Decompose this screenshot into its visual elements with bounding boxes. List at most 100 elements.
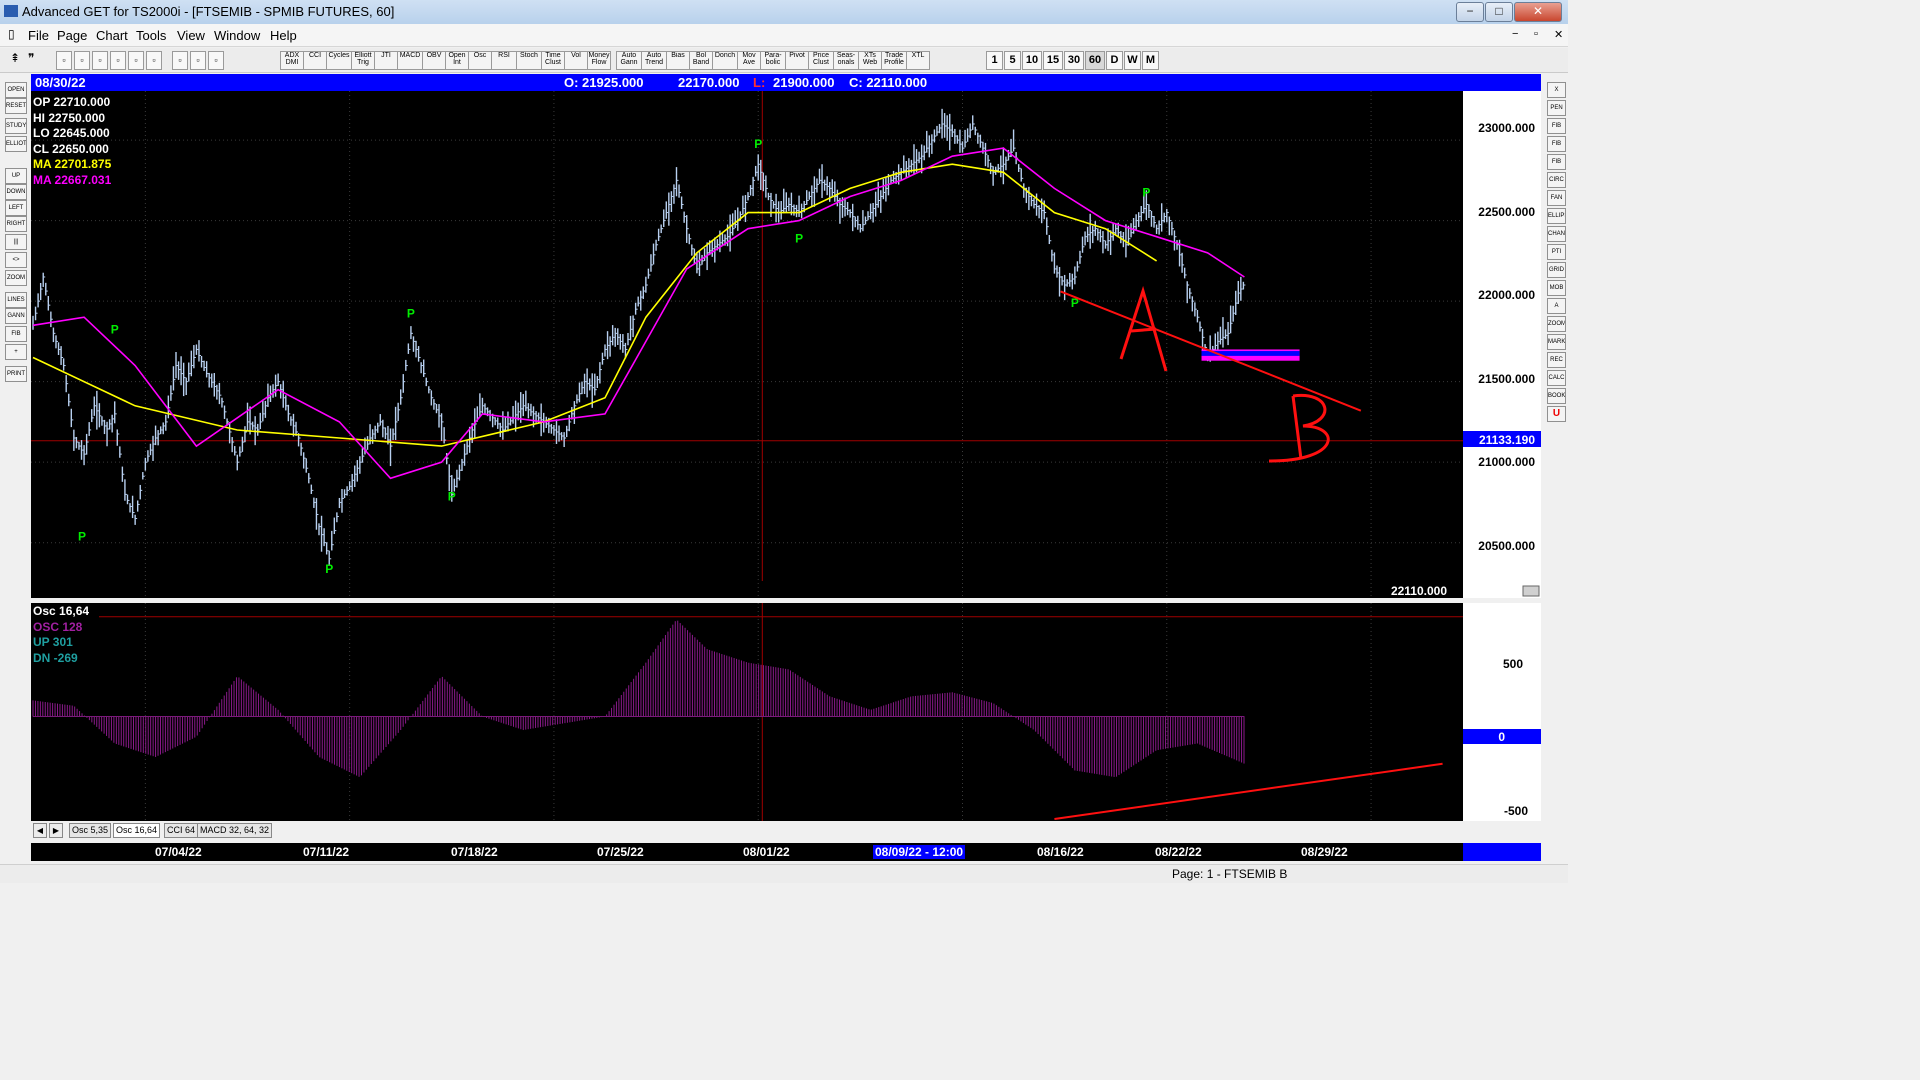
interval-m-button[interactable]: M: [1142, 51, 1159, 70]
tab-osc-16-64[interactable]: Osc 16,64: [113, 823, 161, 838]
menu-file[interactable]: File: [28, 28, 49, 43]
indicator-button-vol[interactable]: Vol: [564, 51, 588, 70]
indicator-button-bol-band[interactable]: Bol Band: [689, 51, 713, 70]
indicator-button-elliott-trig[interactable]: Elliott Trig: [351, 51, 375, 70]
indicator-button-xtl[interactable]: XTL: [906, 51, 930, 70]
interval-30-button[interactable]: 30: [1064, 51, 1084, 70]
menu-window[interactable]: Window: [214, 28, 260, 43]
indicator-button-para-bolic[interactable]: Para-bolic: [760, 51, 786, 70]
indicator-button-cci[interactable]: CCI: [303, 51, 327, 70]
tab-macd[interactable]: MACD 32, 64, 32: [197, 823, 273, 838]
chart-area[interactable]: PPPPPPPPP OP 22710.000 HI 22750.000 LO 2…: [31, 91, 1541, 846]
interval-w-button[interactable]: W: [1124, 51, 1141, 70]
copy-button[interactable]: ▫: [110, 51, 126, 70]
menu-view[interactable]: View: [177, 28, 205, 43]
maximize-button[interactable]: □: [1485, 2, 1513, 22]
tab-scroll-left[interactable]: ◀: [33, 823, 47, 838]
left-tool-fib-icon[interactable]: FIB: [5, 326, 27, 342]
left-tool-zoom-icon[interactable]: ZOOM: [5, 270, 27, 286]
menu-tools[interactable]: Tools: [136, 28, 166, 43]
indicator-button-mov-ave[interactable]: Mov Ave: [737, 51, 761, 70]
indicator-button-time-clust[interactable]: Time Clust: [541, 51, 565, 70]
indicator-button-trade-profile[interactable]: Trade Profile: [881, 51, 907, 70]
tab-cci-64[interactable]: CCI 64: [164, 823, 199, 838]
indicator-button-stoch[interactable]: Stoch: [516, 51, 542, 70]
interval-1-button[interactable]: 1: [986, 51, 1003, 70]
menu-chart[interactable]: Chart: [96, 28, 128, 43]
interval-d-button[interactable]: D: [1106, 51, 1123, 70]
indicator-button-jti[interactable]: JTI: [374, 51, 398, 70]
indicator-button-adx-dmi[interactable]: ADX DMI: [280, 51, 304, 70]
indicator-button-rsi[interactable]: RSI: [491, 51, 517, 70]
save-button[interactable]: ▫: [92, 51, 108, 70]
left-tool-elliott-icon[interactable]: ELLIOTT: [5, 136, 27, 152]
zoom-button[interactable]: ▫: [146, 51, 162, 70]
price-pane[interactable]: [31, 91, 1463, 598]
right-tool-grid-icon[interactable]: GRID: [1547, 262, 1566, 278]
left-tool-up-icon[interactable]: UP: [5, 168, 27, 184]
left-tool-gann-icon[interactable]: GANN: [5, 308, 27, 324]
right-tool-calc-icon[interactable]: CALC: [1547, 370, 1566, 386]
right-tool-pti-icon[interactable]: PTI: [1547, 244, 1566, 260]
right-tool-fib-time-icon[interactable]: FIB TIME: [1547, 154, 1566, 170]
doc-minimize-button[interactable]: −: [1512, 28, 1518, 40]
indicator-button-price-clust[interactable]: Price Clust: [808, 51, 834, 70]
left-tool---icon[interactable]: +: [5, 344, 27, 360]
right-tool-rec-icon[interactable]: REC: [1547, 352, 1566, 368]
tab-osc-5-35[interactable]: Osc 5,35: [69, 823, 112, 838]
document-icon[interactable]: ▯: [8, 27, 15, 41]
print-button[interactable]: ▫: [172, 51, 188, 70]
right-tool-u-icon[interactable]: U: [1547, 406, 1566, 422]
right-tool-pen-icon[interactable]: PEN: [1547, 100, 1566, 116]
left-tool-print-icon[interactable]: PRINT: [5, 366, 27, 382]
right-tool-zoom-icon[interactable]: ZOOM: [1547, 316, 1566, 332]
left-tool-study-icon[interactable]: STUDY: [5, 118, 27, 134]
indicator-button-seas-onals[interactable]: Seas-onals: [833, 51, 859, 70]
close-button[interactable]: ✕: [1514, 2, 1562, 22]
indicator-button-osc[interactable]: Osc: [468, 51, 492, 70]
right-tool-fib-ret-icon[interactable]: FIB RET: [1547, 118, 1566, 134]
left-tool-reset-icon[interactable]: RESET: [5, 98, 27, 114]
left-tool-down-icon[interactable]: DOWN: [5, 184, 27, 200]
annotation-icon[interactable]: [1522, 585, 1540, 597]
quote-icon[interactable]: ❞: [28, 51, 34, 65]
info-button[interactable]: ▫: [190, 51, 206, 70]
right-tool-circ-icon[interactable]: CIRC: [1547, 172, 1566, 188]
indicator-button-auto-gann[interactable]: Auto Gann: [616, 51, 642, 70]
indicator-button-xts-web[interactable]: XTs Web: [858, 51, 882, 70]
interval-15-button[interactable]: 15: [1043, 51, 1063, 70]
help-button[interactable]: ▫: [208, 51, 224, 70]
interval-5-button[interactable]: 5: [1004, 51, 1021, 70]
menu-page[interactable]: Page: [57, 28, 87, 43]
indicator-button-pivot[interactable]: Pivot: [785, 51, 809, 70]
indicator-button-bias[interactable]: Bias: [666, 51, 690, 70]
right-tool-x-icon[interactable]: X: [1547, 82, 1566, 98]
indicator-button-obv[interactable]: OBV: [422, 51, 446, 70]
interval-10-button[interactable]: 10: [1022, 51, 1042, 70]
tab-scroll-right[interactable]: ▶: [49, 823, 63, 838]
cursor-icon[interactable]: ⇞: [10, 51, 20, 65]
right-tool-mark-icon[interactable]: MARK: [1547, 334, 1566, 350]
doc-restore-button[interactable]: ▫: [1534, 28, 1538, 40]
print-preview-button[interactable]: ▫: [128, 51, 144, 70]
indicator-button-donch[interactable]: Donch: [712, 51, 738, 70]
right-tool-a-icon[interactable]: A: [1547, 298, 1566, 314]
left-tool-lines-icon[interactable]: LINES: [5, 292, 27, 308]
indicator-button-money-flow[interactable]: Money Flow: [587, 51, 611, 70]
indicator-button-cycles[interactable]: Cycles: [326, 51, 352, 70]
right-tool-ellips-icon[interactable]: ELLIPS: [1547, 208, 1566, 224]
interval-60-button[interactable]: 60: [1085, 51, 1105, 70]
new-button[interactable]: ▫: [56, 51, 72, 70]
doc-close-button[interactable]: ✕: [1554, 28, 1563, 41]
left-tool-right-icon[interactable]: RIGHT: [5, 216, 27, 232]
left-tool---icon[interactable]: <>: [5, 252, 27, 268]
indicator-button-macd[interactable]: MACD: [397, 51, 423, 70]
menu-help[interactable]: Help: [270, 28, 297, 43]
indicator-button-open-int[interactable]: Open Int: [445, 51, 469, 70]
right-tool-fib-ext-icon[interactable]: FIB EXT: [1547, 136, 1566, 152]
pointer-tools[interactable]: ⇞ ❞: [6, 51, 46, 68]
pane-splitter[interactable]: [31, 598, 1541, 603]
left-tool-open-icon[interactable]: OPEN: [5, 82, 27, 98]
indicator-button-auto-trend[interactable]: Auto Trend: [641, 51, 667, 70]
right-tool-fan-icon[interactable]: FAN: [1547, 190, 1566, 206]
